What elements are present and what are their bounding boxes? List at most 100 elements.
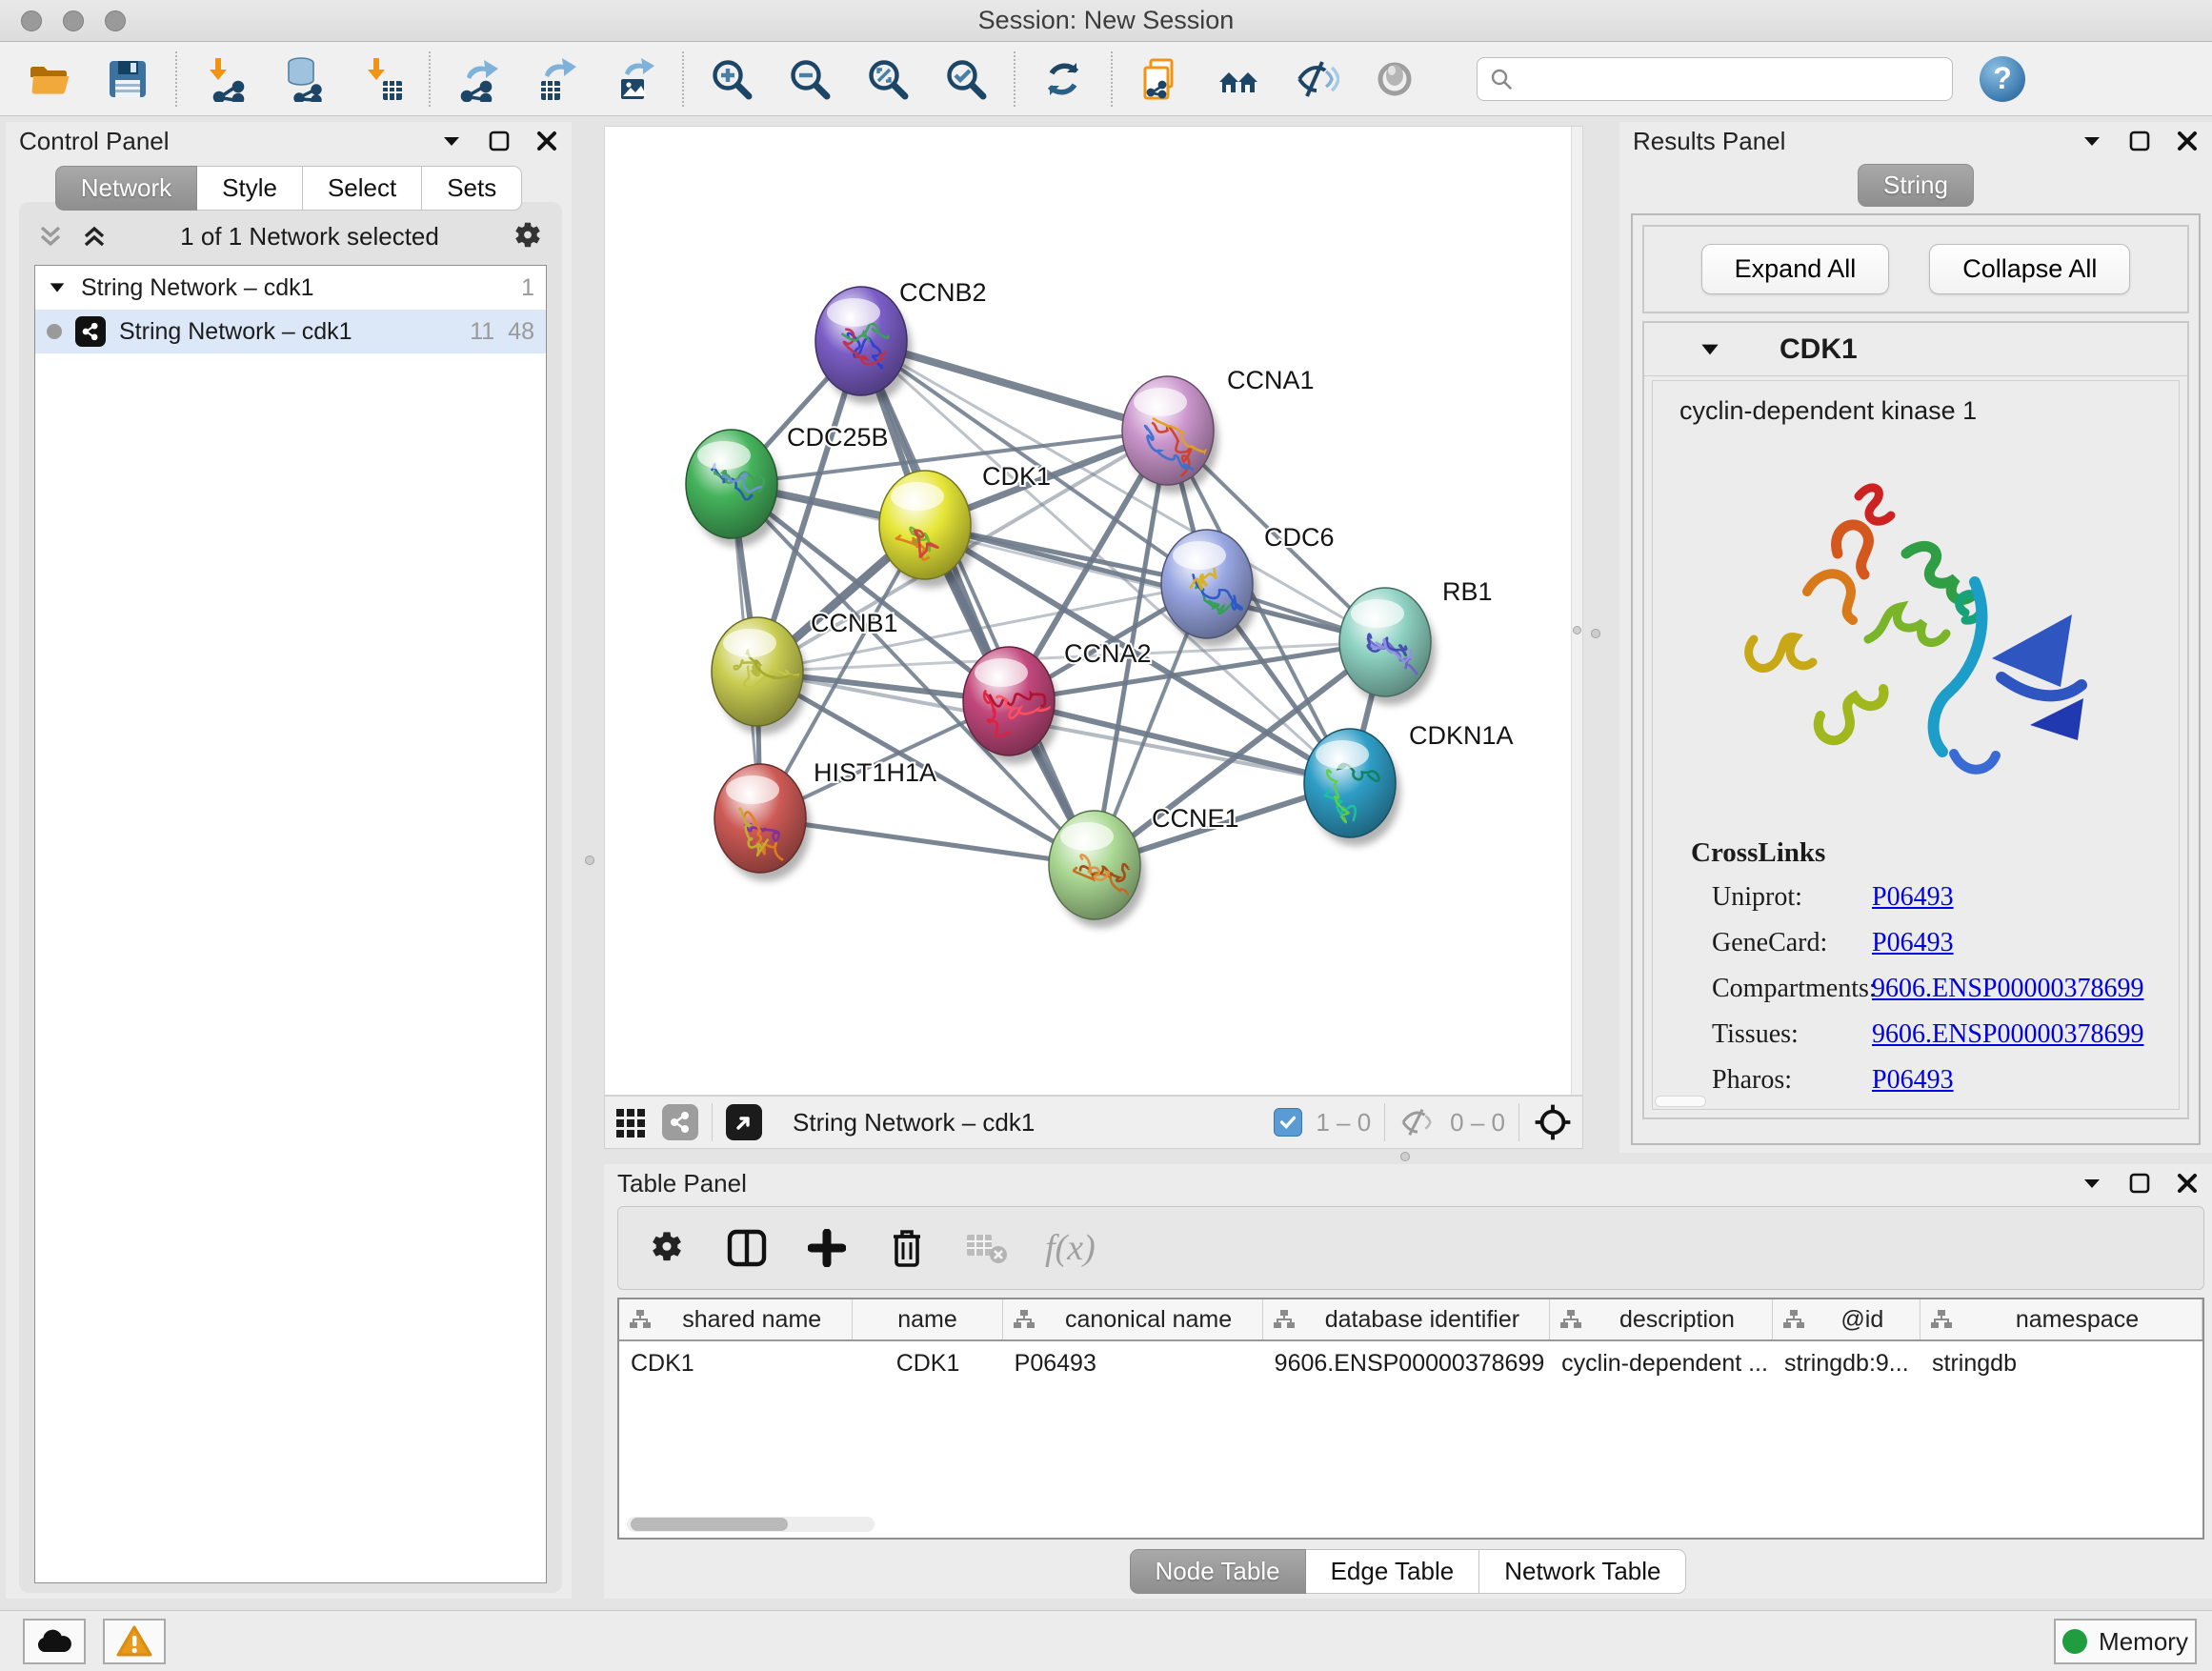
collapse-triangle-icon[interactable] — [47, 277, 68, 298]
zoom-out-icon[interactable] — [785, 54, 835, 104]
results-scrollbar[interactable] — [1655, 1096, 1706, 1107]
import-table-file-icon[interactable] — [356, 54, 406, 104]
birds-eye-view-icon[interactable] — [726, 1104, 762, 1140]
export-table-icon[interactable] — [532, 54, 581, 104]
entry-collapse-icon[interactable] — [1698, 337, 1722, 362]
crosslink-pharos-link[interactable]: P06493 — [1872, 1065, 1954, 1096]
table-horizontal-scrollbar[interactable] — [627, 1517, 875, 1532]
column-header[interactable]: database identifier — [1305, 1306, 1540, 1334]
network-node-HIST1H1A[interactable]: HIST1H1A — [714, 758, 936, 881]
open-session-icon[interactable] — [25, 54, 74, 104]
tab-string[interactable]: String — [1858, 164, 1974, 207]
cell-id[interactable]: stringdb:9... — [1773, 1350, 1920, 1378]
column-header[interactable]: name — [862, 1306, 992, 1334]
zoom-fit-icon[interactable] — [863, 54, 913, 104]
panel-menu-icon[interactable] — [2081, 130, 2103, 152]
show-hide-icon[interactable] — [1292, 54, 1341, 104]
column-header[interactable]: @id — [1815, 1306, 1910, 1334]
add-column-icon[interactable] — [805, 1226, 849, 1270]
gear-icon[interactable] — [511, 219, 545, 253]
left-splitter-handle[interactable] — [585, 856, 594, 865]
close-panel-icon[interactable] — [2176, 1172, 2199, 1195]
grid-mode-icon[interactable] — [614, 1105, 649, 1139]
float-panel-icon[interactable] — [2128, 1172, 2151, 1195]
network-row[interactable]: String Network – cdk1 11 48 — [35, 310, 546, 353]
export-network-icon[interactable] — [453, 54, 503, 104]
network-node-RB1[interactable]: RB1 — [1339, 577, 1493, 705]
window-close-button[interactable] — [21, 10, 42, 31]
export-image-icon[interactable] — [610, 54, 659, 104]
network-node-CCNA1[interactable]: CCNA1 — [1122, 366, 1315, 493]
network-node-CCNB2[interactable]: CCNB2 — [815, 278, 987, 404]
window-zoom-button[interactable] — [105, 10, 126, 31]
cell-name[interactable]: CDK1 — [853, 1350, 1002, 1378]
network-node-CDK1[interactable]: CDK1 — [879, 462, 1051, 588]
crosslink-compartments-link[interactable]: 9606.ENSP00000378699 — [1872, 974, 2143, 1004]
cell-database-identifier[interactable]: 9606.ENSP00000378699 — [1263, 1350, 1550, 1378]
cell-canonical-name[interactable]: P06493 — [1003, 1350, 1263, 1378]
panel-menu-icon[interactable] — [440, 130, 463, 152]
close-panel-icon[interactable] — [535, 130, 558, 152]
float-panel-icon[interactable] — [488, 130, 511, 152]
search-input[interactable] — [1521, 66, 1941, 92]
collapse-all-icon[interactable] — [36, 222, 65, 251]
expand-all-button[interactable]: Expand All — [1701, 244, 1890, 294]
tab-sets[interactable]: Sets — [422, 166, 522, 211]
zoom-in-icon[interactable] — [707, 54, 756, 104]
crosslink-tissues-link[interactable]: 9606.ENSP00000378699 — [1872, 1019, 2143, 1050]
column-header[interactable]: canonical name — [1045, 1306, 1253, 1334]
refresh-icon[interactable] — [1038, 54, 1088, 104]
expand-all-icon[interactable] — [80, 222, 109, 251]
tab-style[interactable]: Style — [197, 166, 303, 211]
tab-select[interactable]: Select — [303, 166, 422, 211]
close-panel-icon[interactable] — [2176, 130, 2199, 152]
column-header[interactable]: shared name — [661, 1306, 842, 1334]
right-splitter-handle[interactable] — [1591, 629, 1600, 638]
show-columns-icon[interactable] — [725, 1226, 769, 1270]
delete-table-icon[interactable] — [965, 1226, 1009, 1270]
cell-namespace[interactable]: stringdb — [1920, 1350, 2202, 1378]
warnings-button[interactable] — [103, 1619, 166, 1664]
zoom-selected-icon[interactable] — [941, 54, 991, 104]
crosslink-genecard-link[interactable]: P06493 — [1872, 928, 1954, 958]
crosslink-uniprot-link[interactable]: P06493 — [1872, 882, 1954, 913]
first-neighbors-icon[interactable] — [1214, 54, 1263, 104]
network-share-icon[interactable] — [662, 1104, 698, 1140]
memory-button[interactable]: Memory — [2054, 1619, 2197, 1664]
cloud-button[interactable] — [23, 1619, 86, 1664]
network-node-CDKN1A[interactable]: CDKN1A — [1304, 721, 1514, 846]
save-session-icon[interactable] — [103, 54, 152, 104]
search-field[interactable] — [1477, 57, 1953, 101]
canvas-right-splitter[interactable] — [1571, 127, 1582, 1095]
collapse-all-button[interactable]: Collapse All — [1929, 244, 2130, 294]
cell-shared-name[interactable]: CDK1 — [619, 1350, 853, 1378]
tab-edge-table[interactable]: Edge Table — [1306, 1549, 1480, 1594]
import-network-file-icon[interactable] — [200, 54, 250, 104]
bottom-splitter-handle[interactable] — [1400, 1152, 1410, 1161]
tab-node-table[interactable]: Node Table — [1130, 1549, 1306, 1594]
selected-checkbox[interactable] — [1274, 1108, 1302, 1137]
column-header[interactable]: namespace — [1962, 1306, 2192, 1334]
network-collection-row[interactable]: String Network – cdk1 1 — [35, 266, 546, 310]
tab-network[interactable]: Network — [55, 166, 197, 211]
network-graph[interactable]: CCNB2CCNA1CDC25BCDK1CDC6RB1CCNB1CCNA2CDK… — [605, 127, 1571, 1095]
cell-description[interactable]: cyclin-dependent ... — [1550, 1350, 1772, 1378]
network-node-CDC6[interactable]: CDC6 — [1161, 523, 1335, 647]
panel-menu-icon[interactable] — [2081, 1172, 2103, 1195]
network-node-CCNE1[interactable]: CCNE1 — [1049, 804, 1239, 928]
window-minimize-button[interactable] — [63, 10, 84, 31]
tab-network-table[interactable]: Network Table — [1479, 1549, 1686, 1594]
node-table[interactable]: shared name name canonical name database… — [617, 1298, 2204, 1540]
table-settings-gear-icon[interactable] — [645, 1226, 689, 1270]
float-panel-icon[interactable] — [2128, 130, 2151, 152]
delete-column-icon[interactable] — [885, 1226, 929, 1270]
table-row[interactable]: CDK1 CDK1 P06493 9606.ENSP00000378699 cy… — [619, 1341, 2202, 1385]
fit-selected-icon[interactable] — [1533, 1102, 1573, 1142]
help-icon[interactable]: ? — [1980, 56, 2025, 102]
import-network-database-icon[interactable] — [278, 54, 328, 104]
highlight-icon[interactable] — [1370, 54, 1419, 104]
network-canvas[interactable]: CCNB2CCNA1CDC25BCDK1CDC6RB1CCNB1CCNA2CDK… — [604, 126, 1583, 1096]
duplicate-network-icon[interactable] — [1136, 54, 1185, 104]
function-builder-icon[interactable]: f(x) — [1045, 1227, 1096, 1269]
column-header[interactable]: description — [1592, 1306, 1761, 1334]
